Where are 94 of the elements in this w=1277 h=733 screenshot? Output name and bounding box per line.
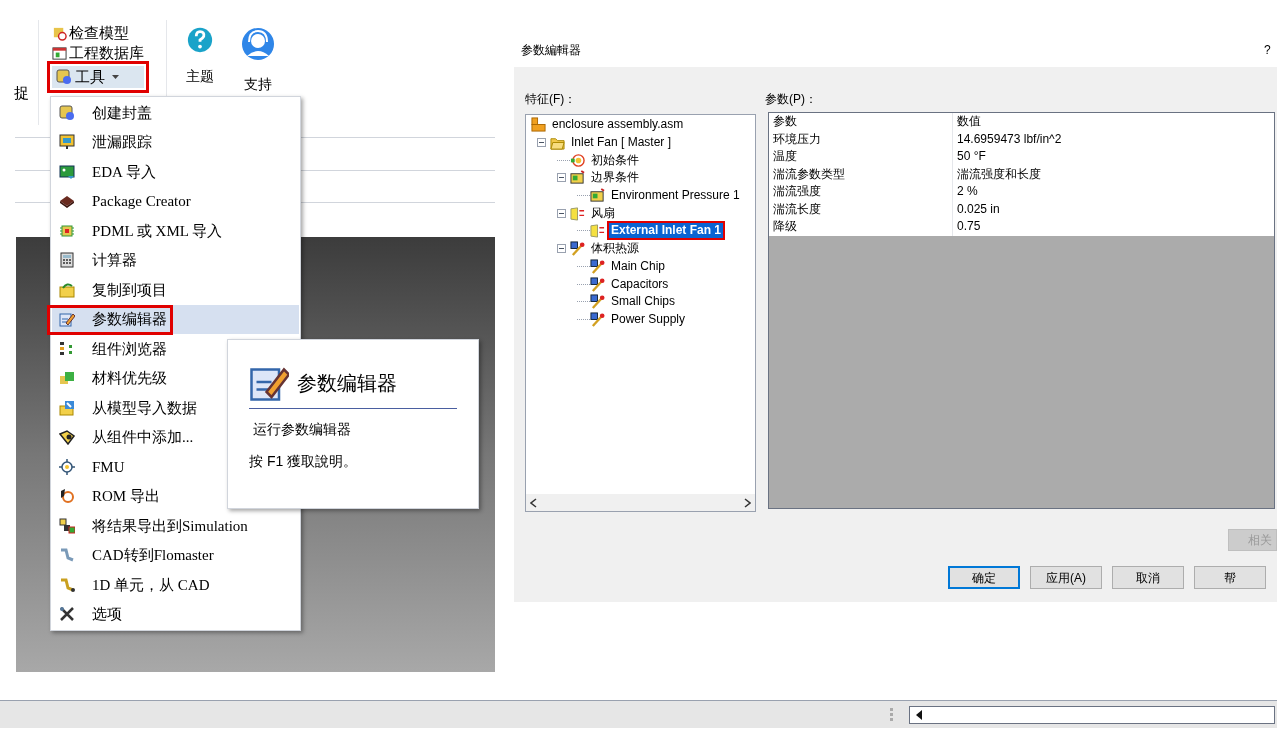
table-cell-text: 2 % <box>956 183 979 200</box>
ribbon-label: 捉 <box>14 83 29 103</box>
tooltip-title: 参数编辑器 <box>297 371 397 396</box>
table-cell-text: 湍流强度和长度 <box>956 165 1042 183</box>
tree-item[interactable]: Inlet Fan [ Master ] <box>569 135 674 151</box>
table-cell: 降级 <box>769 218 953 236</box>
scroll-right-icon[interactable] <box>744 497 751 508</box>
help-icon <box>186 26 214 54</box>
tree-item[interactable]: 初始条件 <box>589 152 641 168</box>
chip-icon <box>59 222 75 239</box>
tree-item[interactable]: Capacitors <box>609 276 671 292</box>
ribbon-button[interactable]: 工程数据库 <box>52 44 144 62</box>
user-icon <box>240 26 276 62</box>
dialog-button[interactable]: 应用(A) <box>1030 566 1102 589</box>
menu-item[interactable]: 选项 <box>52 599 299 629</box>
expander-toggle[interactable] <box>557 244 566 254</box>
fan-icon <box>590 223 605 239</box>
table-cell: 湍流参数类型 <box>769 165 953 183</box>
tree-item[interactable]: enclosure assembly.asm <box>550 117 686 133</box>
folder-arrow-icon <box>59 399 75 416</box>
expander-toggle[interactable] <box>537 138 546 148</box>
menu-item[interactable]: 创建封盖 <box>52 98 299 128</box>
table-cell-text: 50 °F <box>956 148 987 165</box>
table-cell: 环境压力 <box>769 130 953 148</box>
heat-source-icon <box>590 311 605 327</box>
table-cell-text: 0.75 <box>956 218 982 235</box>
column-header: 数值 <box>956 113 982 130</box>
circuit-board-icon <box>59 163 75 180</box>
features-label: 特征(F)： <box>525 91 577 108</box>
expander-toggle[interactable] <box>557 208 566 218</box>
scroll-field[interactable] <box>909 706 1275 724</box>
heat-source-icon <box>570 241 585 257</box>
menu-item[interactable]: 1D 单元，从 CAD <box>52 570 299 600</box>
tooltip-help-text: 按 F1 獲取說明。 <box>249 452 359 471</box>
horizontal-scrollbar[interactable] <box>526 494 755 511</box>
folder-icon <box>550 135 565 151</box>
help-mark[interactable]: ? <box>1264 41 1271 59</box>
expander-toggle[interactable] <box>557 173 566 183</box>
scroll-left-icon[interactable] <box>916 710 923 720</box>
menu-item[interactable]: Package Creator <box>52 186 299 216</box>
parts-icon <box>531 117 546 133</box>
folder-arrow-icon <box>59 281 75 298</box>
table-cell: 温度 <box>769 148 953 166</box>
ribbon-button[interactable]: 主题 <box>186 68 214 84</box>
tree-item[interactable]: Power Supply <box>609 311 688 327</box>
heat-source-icon <box>590 276 605 292</box>
menu-item[interactable]: 计算器 <box>52 245 299 275</box>
chip-icon <box>59 193 75 210</box>
parameters-label: 参数(P)： <box>765 91 817 108</box>
menu-item[interactable]: PDML 或 XML 导入 <box>52 216 299 246</box>
caret-icon <box>112 75 119 79</box>
blocks-icon <box>59 517 75 534</box>
grip-icon <box>890 708 894 722</box>
tree-item[interactable]: Small Chips <box>609 294 678 310</box>
heat-source-icon <box>590 294 605 310</box>
pipe-icon <box>59 576 75 593</box>
table-cell-text: 0.025 in <box>956 200 1001 218</box>
document-pencil-icon <box>59 311 75 328</box>
tooltip-description: 运行参数编辑器 <box>252 420 352 439</box>
fan-icon <box>570 205 585 221</box>
ribbon-button[interactable]: 检查模型 <box>52 24 144 42</box>
tree-item[interactable]: 体积热源 <box>589 241 641 257</box>
target-icon <box>59 458 75 475</box>
tree-item[interactable]: External Inlet Fan 1 <box>609 223 724 239</box>
menu-item[interactable]: EDA 导入 <box>52 157 299 187</box>
dialog-title: 参数編輯器 <box>521 42 581 59</box>
tree-item[interactable]: 边界条件 <box>589 170 641 186</box>
table-cell: 湍流强度 <box>769 183 953 201</box>
tools-icon <box>56 69 72 85</box>
heat-source-icon <box>590 258 605 274</box>
table-cell-text: 14.6959473 lbf/in^2 <box>956 130 1063 148</box>
tree-item[interactable]: Main Chip <box>609 258 668 274</box>
menu-item[interactable]: 泄漏跟踪 <box>52 127 299 157</box>
menu-item[interactable]: 参数编辑器 <box>52 304 299 334</box>
calculator-icon <box>59 252 75 269</box>
column-header: 参数 <box>769 113 953 131</box>
box-icon <box>59 104 75 121</box>
menu-item[interactable]: 复制到项目 <box>52 275 299 305</box>
ribbon-button[interactable]: 支持 <box>244 76 272 92</box>
tree-item[interactable]: Environment Pressure 1 <box>609 188 742 204</box>
rings-icon <box>570 152 585 168</box>
dialog-button[interactable]: 帮 <box>1194 566 1266 589</box>
table-icon <box>52 45 67 61</box>
monitor-icon <box>59 134 75 151</box>
list-icon <box>59 340 75 357</box>
scroll-left-icon[interactable] <box>530 497 537 508</box>
menu-item[interactable]: 将结果导出到Simulation <box>52 511 299 541</box>
pipe-icon <box>59 547 75 564</box>
table-cell: 湍流长度 <box>769 200 953 218</box>
menu-item[interactable]: CAD转到Flomaster <box>52 540 299 570</box>
dialog-button[interactable]: 取消 <box>1112 566 1184 589</box>
cubes-icon <box>59 370 75 387</box>
tree-item[interactable]: 风扇 <box>589 205 617 221</box>
dialog-button[interactable]: 确定 <box>948 566 1020 589</box>
